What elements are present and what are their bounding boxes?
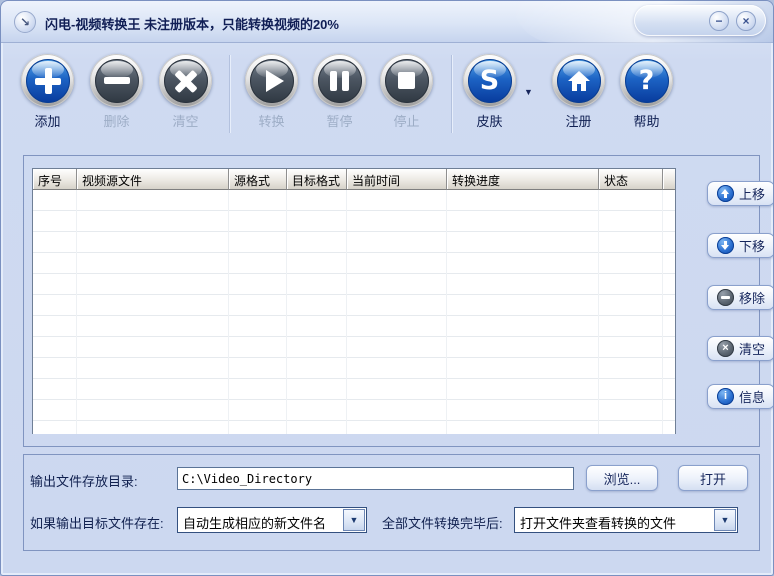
info-icon: i: [716, 388, 734, 405]
move-down-label: 下移: [738, 239, 765, 254]
clear-list-button[interactable]: × 清空: [707, 336, 773, 361]
output-settings-panel: 输出文件存放目录: 浏览... 打开 如果输出目标文件存在: 自动生成相应的新文…: [23, 454, 760, 551]
play-icon: [265, 69, 284, 92]
file-list-table[interactable]: 序号 视频源文件 源格式 目标格式 当前时间 转换进度 状态: [32, 168, 676, 434]
column-header-status[interactable]: 状态: [599, 169, 663, 190]
table-header: 序号 视频源文件 源格式 目标格式 当前时间 转换进度 状态: [33, 169, 675, 190]
window-title: 闪电-视频转换王 未注册版本，只能转换视频的20%: [45, 17, 339, 32]
column-header-progress[interactable]: 转换进度: [447, 169, 599, 190]
pause-button: 暂停: [313, 54, 366, 130]
plus-icon: [34, 67, 61, 94]
help-button-label: 帮助: [633, 114, 660, 129]
move-up-button[interactable]: 上移: [707, 181, 773, 206]
app-arrow-icon: ↘: [19, 15, 31, 29]
minimize-button[interactable]: −: [709, 10, 729, 31]
clear-list-label: 清空: [738, 342, 765, 357]
clear-button: 清空: [159, 54, 212, 130]
question-icon: ?: [638, 65, 655, 96]
clear-button-label: 清空: [172, 114, 199, 129]
file-list-panel: 序号 视频源文件 源格式 目标格式 当前时间 转换进度 状态 上移 下移 移除 …: [23, 155, 773, 447]
skin-caret-down-icon[interactable]: ▼: [524, 87, 533, 97]
toolbar: 添加 删除 清空 转换 暂停 停止 S 皮肤 ▼ 注册 ? 帮助: [1, 43, 773, 155]
toolbar-separator: [229, 55, 230, 133]
after-done-select[interactable]: 打开文件夹查看转换的文件 ▼: [514, 507, 738, 533]
after-done-label: 全部文件转换完毕后:: [382, 516, 503, 531]
minus-icon: [716, 289, 734, 306]
column-header-source-format[interactable]: 源格式: [229, 169, 287, 190]
register-button-label: 注册: [565, 114, 592, 129]
column-header-source-file[interactable]: 视频源文件: [77, 169, 229, 190]
close-button[interactable]: ×: [736, 10, 756, 31]
output-dir-input[interactable]: [177, 467, 574, 490]
remove-button[interactable]: 移除: [707, 285, 773, 310]
column-header-index[interactable]: 序号: [33, 169, 77, 190]
skin-button[interactable]: S 皮肤: [463, 54, 516, 130]
titlebar: ↘ 闪电-视频转换王 未注册版本，只能转换视频的20% − ×: [1, 1, 773, 43]
add-button[interactable]: 添加: [21, 54, 74, 130]
convert-button: 转换: [245, 54, 298, 130]
convert-button-label: 转换: [258, 114, 285, 129]
info-label: 信息: [738, 390, 765, 405]
toolbar-separator: [451, 55, 452, 133]
skin-button-label: 皮肤: [476, 114, 503, 129]
register-button[interactable]: 注册: [552, 54, 605, 130]
output-dir-label: 输出文件存放目录:: [30, 474, 138, 489]
table-body-empty[interactable]: [33, 190, 675, 434]
open-button[interactable]: 打开: [678, 465, 748, 491]
minimize-icon: −: [715, 13, 723, 28]
move-up-label: 上移: [738, 187, 765, 202]
pause-button-label: 暂停: [326, 114, 353, 129]
arrow-down-icon: [716, 237, 734, 254]
browse-button[interactable]: 浏览...: [586, 465, 658, 491]
exists-option-label: 如果输出目标文件存在:: [30, 516, 164, 531]
app-icon[interactable]: ↘: [14, 11, 36, 33]
exists-option-select[interactable]: 自动生成相应的新文件名 ▼: [177, 507, 367, 533]
stop-icon: [398, 72, 415, 89]
arrow-up-icon: [716, 185, 734, 202]
delete-button: 删除: [90, 54, 143, 130]
app-window: ↘ 闪电-视频转换王 未注册版本，只能转换视频的20% − × 添加 删除 清空…: [0, 0, 774, 576]
home-icon: [567, 70, 590, 91]
minus-icon: [103, 77, 130, 84]
delete-button-label: 删除: [103, 114, 130, 129]
stop-button: 停止: [380, 54, 433, 130]
remove-label: 移除: [738, 291, 765, 306]
letter-s-icon: S: [479, 65, 500, 96]
caret-down-icon[interactable]: ▼: [714, 509, 736, 531]
column-header-current-time[interactable]: 当前时间: [347, 169, 447, 190]
caret-down-icon[interactable]: ▼: [343, 509, 365, 531]
pause-icon: [330, 70, 349, 91]
exists-option-value: 自动生成相应的新文件名: [183, 516, 327, 531]
move-down-button[interactable]: 下移: [707, 233, 773, 258]
close-icon: ×: [742, 13, 750, 28]
stop-button-label: 停止: [393, 114, 420, 129]
column-header-stub: [663, 169, 675, 190]
cross-icon: [173, 68, 199, 94]
window-controls: − ×: [634, 5, 766, 36]
column-header-target-format[interactable]: 目标格式: [287, 169, 347, 190]
help-button[interactable]: ? 帮助: [620, 54, 673, 130]
add-button-label: 添加: [34, 114, 61, 129]
after-done-value: 打开文件夹查看转换的文件: [520, 516, 677, 531]
cross-icon: ×: [716, 340, 734, 357]
info-button[interactable]: i 信息: [707, 384, 773, 409]
